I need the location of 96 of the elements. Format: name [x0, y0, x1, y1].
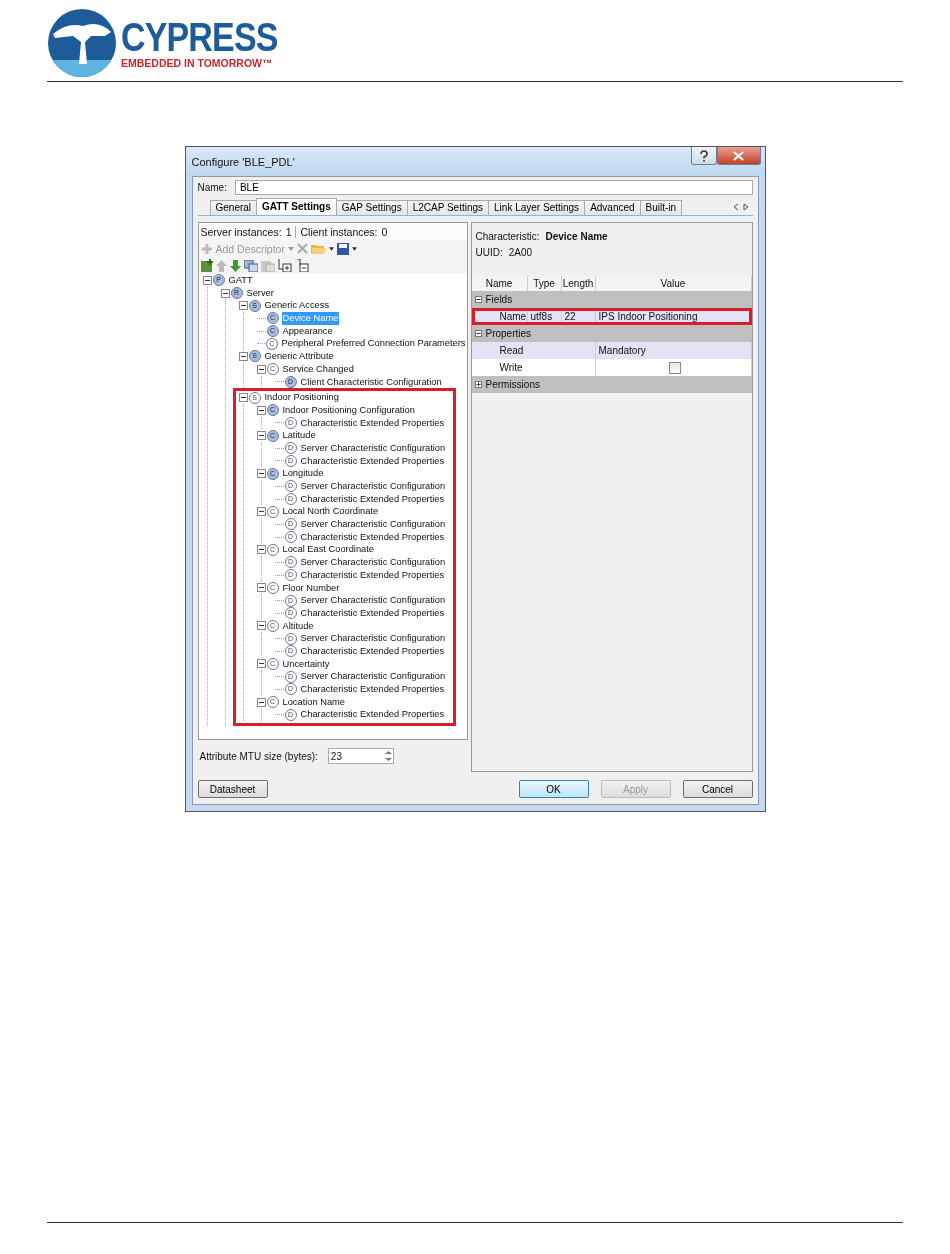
dialog-button[interactable]: Cancel	[682, 780, 753, 798]
collapse-toggle-icon[interactable]	[238, 301, 248, 311]
tab[interactable]: General	[209, 200, 258, 215]
tree-item[interactable]: Service Changed	[281, 362, 355, 376]
dialog-button[interactable]: Datasheet	[197, 780, 268, 798]
characteristic-name: Device Name	[545, 231, 608, 242]
add-node-icon[interactable]	[200, 259, 213, 272]
tree-item[interactable]: Characteristic Extended Properties	[299, 492, 446, 506]
tree-item[interactable]: Appearance	[281, 324, 334, 338]
collapse-toggle-icon[interactable]	[220, 288, 230, 298]
spin-arrows-icon[interactable]	[383, 749, 393, 763]
tree-item[interactable]: GATT	[227, 274, 254, 287]
tree-item[interactable]: Peripheral Preferred Connection Parameters	[280, 337, 467, 351]
client-instances-value: 0	[381, 225, 388, 238]
tree-item[interactable]: Server Characteristic Configuration	[299, 441, 447, 455]
tree-item[interactable]: Characteristic Extended Properties	[299, 530, 446, 544]
collapse-toggle-icon[interactable]	[256, 545, 266, 555]
tree-item[interactable]: Characteristic Extended Properties	[299, 568, 446, 582]
collapse-toggle-icon[interactable]	[256, 405, 266, 415]
collapse-toggle-icon[interactable]	[256, 621, 266, 631]
close-icon	[733, 150, 744, 161]
tree-item[interactable]: Client Characteristic Configuration	[299, 375, 443, 389]
brand-name: CYPRESS	[121, 16, 278, 57]
tree-item[interactable]: Server Characteristic Configuration	[299, 518, 447, 531]
collapse-all-icon[interactable]	[295, 259, 309, 272]
collapse-toggle-icon[interactable]	[202, 275, 212, 285]
tree-item[interactable]: Altitude	[281, 619, 315, 633]
tab[interactable]: Built-in	[639, 200, 683, 215]
save-icon[interactable]	[336, 242, 349, 255]
tab[interactable]: GATT Settings	[256, 198, 337, 215]
collapse-toggle-icon[interactable]	[474, 296, 482, 303]
collapse-toggle-icon[interactable]	[256, 583, 266, 593]
server-instances-value: 1	[285, 225, 292, 238]
characteristic-label: Characteristic:	[475, 231, 540, 242]
section-header[interactable]: Properties	[485, 328, 532, 339]
property-name: Write	[471, 359, 596, 376]
tree-item[interactable]: Indoor Positioning	[263, 391, 340, 404]
tree-item[interactable]: Longitude	[281, 467, 325, 480]
tree-item[interactable]: Server Characteristic Configuration	[299, 556, 447, 569]
mtu-label: Attribute MTU size (bytes):	[199, 750, 318, 762]
tree-item[interactable]: Local North Coordinate	[281, 505, 380, 519]
expand-toggle-icon[interactable]	[474, 381, 482, 388]
tree-item[interactable]: Server Characteristic Configuration	[299, 594, 447, 607]
collapse-toggle-icon[interactable]	[256, 507, 266, 517]
tree-item[interactable]: Characteristic Extended Properties	[299, 644, 446, 658]
uuid-value: 2A00	[508, 247, 533, 258]
section-header[interactable]: Fields	[485, 294, 513, 305]
dialog-button[interactable]: OK	[518, 780, 589, 798]
collapse-toggle-icon[interactable]	[256, 659, 266, 669]
section-header[interactable]: Permissions	[485, 379, 540, 390]
tree-item[interactable]: Characteristic Extended Properties	[299, 416, 446, 430]
collapse-toggle-icon[interactable]	[256, 364, 266, 374]
window-title: Configure 'BLE_PDL'	[191, 156, 295, 168]
client-instances-label: Client instances:	[300, 225, 378, 238]
tree-item[interactable]: Floor Number	[281, 581, 341, 595]
tree-item[interactable]: Characteristic Extended Properties	[299, 708, 446, 722]
down-arrow-icon[interactable]	[229, 259, 241, 272]
tree-item[interactable]: Generic Access	[263, 299, 331, 313]
tab[interactable]: Advanced	[584, 200, 641, 215]
caret-icon[interactable]	[351, 246, 357, 251]
collapse-toggle-icon[interactable]	[256, 697, 266, 707]
server-instances-label: Server instances:	[200, 225, 282, 238]
help-button[interactable]	[690, 147, 717, 165]
question-mark-icon	[698, 149, 709, 162]
tree-item[interactable]: Generic Attribute	[263, 350, 335, 363]
collapse-toggle-icon[interactable]	[474, 330, 482, 337]
collapse-toggle-icon[interactable]	[256, 431, 266, 441]
tree-item[interactable]: Server Characteristic Configuration	[299, 480, 447, 493]
expand-all-icon[interactable]	[277, 259, 293, 272]
name-field[interactable]: BLE	[234, 180, 753, 195]
tree-item[interactable]: Latitude	[281, 429, 317, 442]
tab[interactable]: GAP Settings	[335, 200, 408, 215]
tree-item[interactable]: Uncertainty	[281, 657, 331, 671]
mtu-spin-field[interactable]: 23	[327, 748, 394, 764]
tree-item[interactable]: Indoor Positioning Configuration	[281, 403, 416, 417]
brand-tagline: EMBEDDED IN TOMORROW™	[121, 56, 274, 70]
name-label: Name:	[197, 182, 227, 193]
tree-item[interactable]: Location Name	[281, 695, 347, 709]
tree-item[interactable]: Characteristic Extended Properties	[299, 454, 446, 468]
close-button[interactable]	[716, 147, 761, 165]
uuid-label: UUID:	[475, 247, 503, 258]
tree-item[interactable]: Server Characteristic Configuration	[299, 632, 447, 645]
tree-item[interactable]: Server Characteristic Configuration	[299, 670, 447, 683]
copy-icon[interactable]	[243, 259, 258, 272]
tree-item[interactable]: Local East Coordinate	[281, 543, 375, 557]
checkbox[interactable]	[668, 361, 681, 374]
collapse-toggle-icon[interactable]	[238, 393, 248, 403]
tree-item[interactable]: Characteristic Extended Properties	[299, 606, 446, 620]
tab[interactable]: L2CAP Settings	[406, 200, 490, 215]
collapse-toggle-icon[interactable]	[238, 351, 248, 361]
tree-item[interactable]: Characteristic Extended Properties	[299, 683, 446, 696]
tree-item[interactable]: Server	[245, 286, 275, 300]
tab-scroll-arrows-icon[interactable]	[732, 203, 749, 211]
collapse-toggle-icon[interactable]	[256, 469, 266, 479]
tab[interactable]: Link Layer Settings	[488, 200, 586, 215]
caret-icon[interactable]	[328, 246, 334, 251]
